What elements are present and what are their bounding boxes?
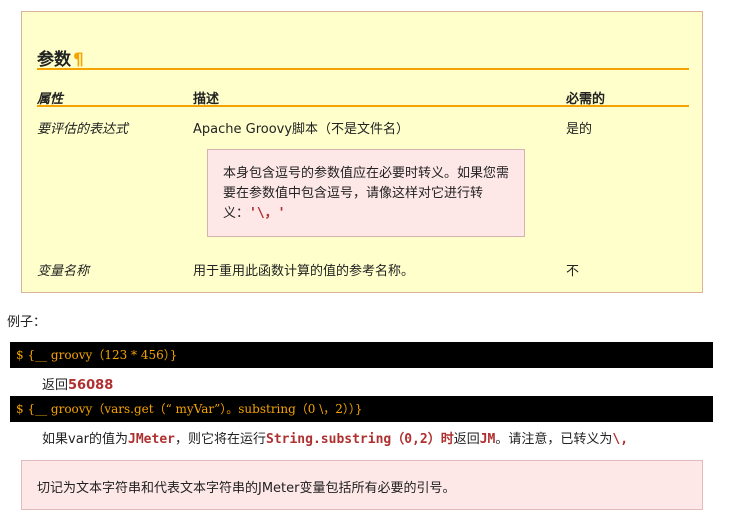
example-1-result-prefix: 返回 xyxy=(42,378,69,393)
code-example-1: $ {__ groovy（123 * 456）} xyxy=(10,342,713,368)
example-2-text-3: 返回 xyxy=(453,432,480,447)
example-1-result: 返回56088 xyxy=(42,374,113,393)
row-1-attribute: 要评估的表达式 xyxy=(37,122,129,137)
example-2-text-1: 如果var的值为 xyxy=(42,432,129,447)
row-2-required: 不 xyxy=(566,264,580,279)
escape-note-code: '\，' xyxy=(249,206,286,221)
parameters-box: 参数 ¶ 属性 描述 必需的 要评估的表达式 Apache Groovy脚本（不是… xyxy=(21,11,703,293)
row-2-attribute: 变量名称 xyxy=(37,264,90,279)
header-divider xyxy=(37,105,689,107)
code-example-2: $ {__ groovy（vars.get（“ myVar”）。substrin… xyxy=(10,396,713,422)
title-divider xyxy=(37,68,689,70)
example-2-value-4: \, xyxy=(612,432,629,447)
example-2-value-3: JM xyxy=(479,432,496,447)
example-2-result: 如果var的值为JMeter，则它将在运行String.substring（0,… xyxy=(42,428,628,447)
escape-note: 本身包含逗号的参数值应在必要时转义。如果您需要在参数值中包含逗号，请像这样对它进… xyxy=(207,149,525,237)
row-2-description: 用于重用此函数计算的值的参考名称。 xyxy=(193,264,415,279)
parameters-title: 参数 ¶ xyxy=(37,45,84,70)
example-2-text-4: 。请注意，已转义为 xyxy=(495,432,613,447)
example-2-text-2: ，则它将在运行 xyxy=(174,432,266,447)
row-1-required: 是的 xyxy=(566,122,593,137)
example-2-value-2: String.substring（0,2）时 xyxy=(266,432,454,447)
parameters-title-text: 参数 xyxy=(37,50,71,70)
example-1-result-value: 56088 xyxy=(68,378,114,393)
pilcrow-anchor-link[interactable]: ¶ xyxy=(73,50,84,70)
examples-label: 例子： xyxy=(7,315,47,330)
row-1-description: Apache Groovy脚本（不是文件名） xyxy=(193,122,410,137)
example-2-value-1: JMeter xyxy=(128,432,175,447)
quotes-reminder-note: 切记为文本字符串和代表文本字符串的JMeter变量包括所有必要的引号。 xyxy=(21,460,703,510)
